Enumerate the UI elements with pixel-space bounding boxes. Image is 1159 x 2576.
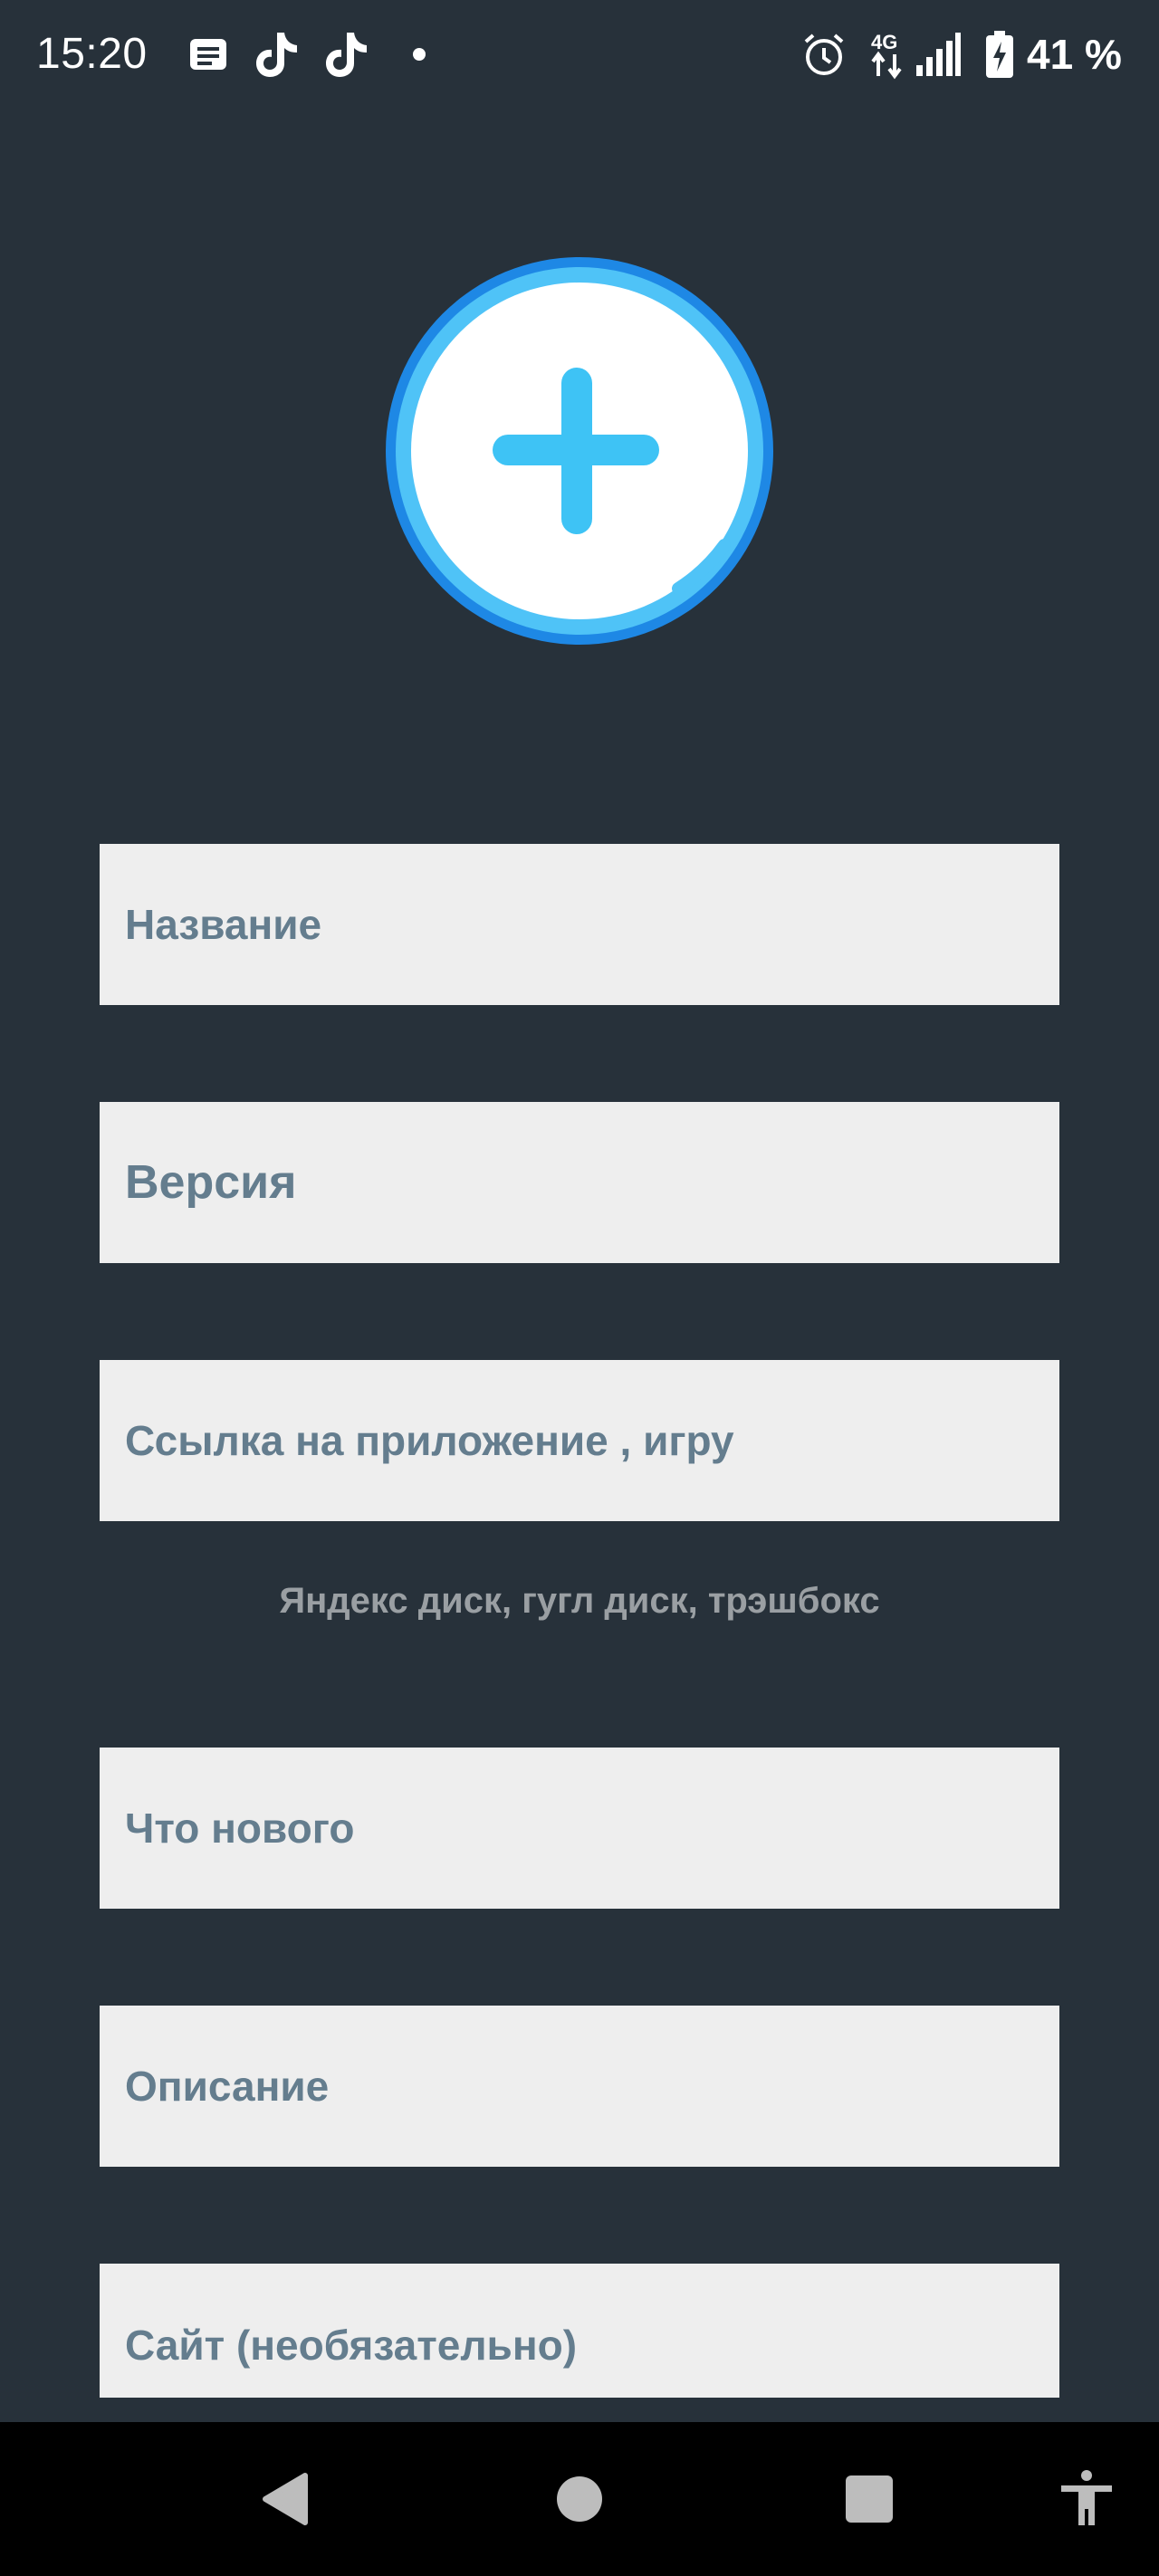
version-placeholder: Версия [125,1156,297,1209]
home-button[interactable] [534,2422,625,2576]
plus-icon [386,257,773,645]
recents-icon [846,2475,893,2523]
name-field[interactable]: Название [100,844,1059,1005]
signal-icon [915,27,962,81]
version-field[interactable]: Версия [100,1102,1059,1263]
site-placeholder: Сайт (необязательно) [125,2322,578,2369]
dot-icon [412,27,426,81]
status-bar: 15:20 4G 41 % [0,0,1159,109]
accessibility-icon [1061,2470,1112,2525]
whats-new-field[interactable]: Что нового [100,1748,1059,1909]
accessibility-button[interactable] [1041,2422,1132,2576]
battery-percent: 41 % [1027,31,1122,78]
alarm-icon [800,27,848,81]
navigation-bar [0,2422,1159,2576]
status-time: 15:20 [36,30,148,78]
add-photo-button[interactable] [384,255,775,646]
description-placeholder: Описание [125,2063,330,2110]
whats-new-placeholder: Что нового [125,1805,355,1852]
app-link-hint: Яндекс диск, гугл диск, трэшбокс [279,1581,880,1621]
tiktok-icon [254,27,301,81]
battery-charging-icon [985,27,1014,81]
home-icon [557,2476,602,2522]
app-link-field[interactable]: Ссылка на приложение , игру [100,1360,1059,1521]
recents-button[interactable] [824,2422,915,2576]
back-button[interactable] [240,2422,330,2576]
name-placeholder: Название [125,901,322,948]
site-field[interactable]: Сайт (необязательно) [100,2264,1059,2398]
back-icon [263,2473,308,2525]
description-field[interactable]: Описание [100,2006,1059,2167]
app-link-placeholder: Ссылка на приложение , игру [125,1417,734,1464]
message-icon [187,27,230,81]
tiktok-icon [323,27,370,81]
svg-text:4G: 4G [871,31,897,53]
network-4g-icon: 4G [869,27,907,81]
